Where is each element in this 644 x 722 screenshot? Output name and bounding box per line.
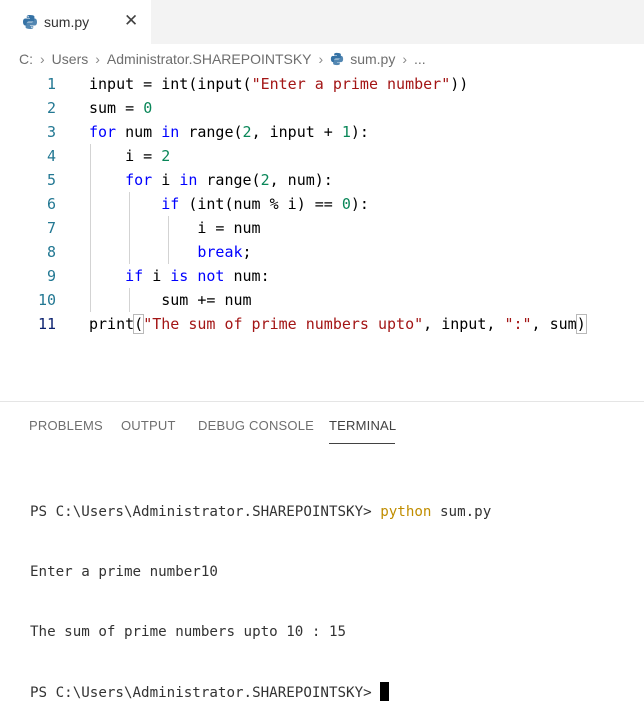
terminal-command: python: [380, 504, 432, 520]
code-line: 8 break;: [0, 240, 644, 264]
line-number-active: 11: [37, 315, 56, 333]
code-line: 7 i = num: [0, 216, 644, 240]
close-tab-icon[interactable]: ✕: [124, 12, 138, 30]
code-text: for i in range(2, num):: [125, 171, 333, 189]
code-line: 1 input = int(input("Enter a prime numbe…: [0, 72, 644, 96]
line-number: 8: [46, 243, 56, 261]
line-number: 7: [46, 219, 56, 237]
code-text: for num in range(2, input + 1):: [89, 123, 369, 141]
code-line: 3 for num in range(2, input + 1):: [0, 120, 644, 144]
code-text: print("The sum of prime numbers upto", i…: [89, 314, 587, 334]
python-file-icon: [23, 15, 37, 29]
tab-output[interactable]: OUTPUT: [121, 418, 176, 433]
code-text: sum += num: [89, 291, 252, 309]
python-file-icon: [331, 52, 344, 66]
chevron-right-icon: ›: [40, 51, 45, 67]
chevron-right-icon: ›: [402, 51, 407, 67]
breadcrumb-users[interactable]: Users: [52, 51, 89, 67]
breadcrumb: C: › Users › Administrator.SHAREPOINTSKY…: [0, 44, 644, 74]
tab-sum-py[interactable]: sum.py ✕: [0, 0, 151, 44]
code-editor[interactable]: 1 input = int(input("Enter a prime numbe…: [0, 72, 644, 392]
code-text: input = int(input("Enter a prime number"…: [89, 75, 469, 93]
code-line: 2 sum = 0: [0, 96, 644, 120]
breadcrumb-drive[interactable]: C:: [19, 51, 33, 67]
tab-terminal[interactable]: TERMINAL: [329, 418, 396, 433]
line-number: 2: [46, 99, 56, 117]
terminal-command-arg: sum.py: [431, 504, 492, 520]
code-line: 5 for i in range(2, num):: [0, 168, 644, 192]
code-line: 10 sum += num: [0, 288, 644, 312]
code-text: break;: [197, 243, 252, 261]
code-line: 4 i = 2: [0, 144, 644, 168]
line-number: 3: [46, 123, 56, 141]
line-number: 10: [37, 291, 56, 309]
terminal[interactable]: PS C:\Users\Administrator.SHAREPOINTSKY>…: [30, 462, 491, 722]
tab-filename: sum.py: [44, 14, 90, 30]
line-number: 9: [46, 267, 56, 285]
terminal-cursor: [380, 682, 390, 701]
code-line: 9 if i is not num:: [0, 264, 644, 288]
chevron-right-icon: ›: [318, 51, 324, 67]
line-number: 1: [46, 75, 56, 93]
terminal-line: PS C:\Users\Administrator.SHAREPOINTSKY>…: [30, 502, 491, 522]
code-text: if i is not num:: [125, 267, 270, 285]
tab-debug-console[interactable]: DEBUG CONSOLE: [198, 418, 314, 433]
code-text: sum = 0: [89, 99, 153, 117]
panel-tab-bar: PROBLEMS OUTPUT DEBUG CONSOLE TERMINAL: [0, 402, 644, 442]
tab-problems[interactable]: PROBLEMS: [29, 418, 103, 433]
code-line: 6 if (int(num % i) == 0):: [0, 192, 644, 216]
terminal-output: The sum of prime numbers upto 10 : 15: [30, 624, 347, 640]
breadcrumb-ellipsis[interactable]: ...: [414, 51, 426, 67]
terminal-prompt: PS C:\Users\Administrator.SHAREPOINTSKY>: [30, 504, 381, 520]
breadcrumb-administrator[interactable]: Administrator.SHAREPOINTSKY: [107, 51, 312, 67]
terminal-output: Enter a prime number10: [30, 564, 218, 580]
line-number: 5: [46, 171, 56, 189]
active-tab-indicator: [329, 443, 395, 444]
terminal-prompt: PS C:\Users\Administrator.SHAREPOINTSKY>: [30, 685, 381, 701]
code-line-active: 11 print("The sum of prime numbers upto"…: [0, 312, 644, 336]
line-number: 6: [46, 195, 56, 213]
editor-tab-bar: sum.py ✕: [0, 0, 644, 44]
breadcrumb-file[interactable]: sum.py: [330, 51, 395, 67]
chevron-right-icon: ›: [95, 51, 100, 67]
code-text: if (int(num % i) == 0):: [161, 195, 369, 213]
code-text: i = num: [89, 219, 261, 237]
line-number: 4: [46, 147, 56, 165]
breadcrumb-filename: sum.py: [350, 51, 396, 67]
code-text: i = 2: [89, 147, 171, 165]
terminal-line: PS C:\Users\Administrator.SHAREPOINTSKY>: [30, 682, 491, 702]
